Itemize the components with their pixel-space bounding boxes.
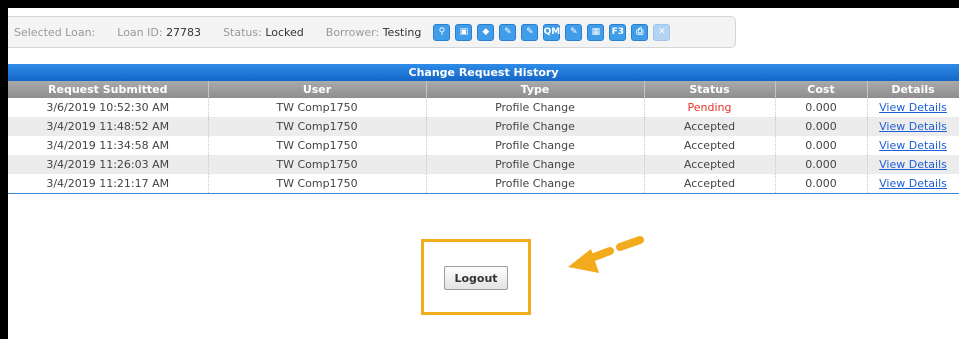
calculator-icon[interactable]: ▦ bbox=[587, 23, 605, 41]
change-request-table: Request Submitted User Type Status Cost Detai… bbox=[8, 81, 959, 193]
page: Selected Loan: Loan ID: 27783 Status: Lo… bbox=[8, 8, 959, 339]
cell-submitted: 3/4/2019 11:26:03 AM bbox=[8, 155, 209, 174]
cell-cost: 0.000 bbox=[775, 117, 868, 136]
logout-button[interactable]: Logout bbox=[444, 266, 508, 290]
table-row: 3/6/2019 10:52:30 AM TW Comp1750 Profile C… bbox=[8, 98, 959, 117]
cell-status: Accepted bbox=[644, 136, 776, 155]
cell-user: TW Comp1750 bbox=[208, 155, 427, 174]
cell-details: View Details bbox=[867, 98, 959, 117]
borrower-value: Testing bbox=[382, 25, 422, 39]
column-header: Request Submitted bbox=[8, 81, 209, 98]
edit-settings-icon[interactable]: ✎ bbox=[521, 23, 539, 41]
cell-type: Profile Change bbox=[426, 98, 645, 117]
view-details-link[interactable]: View Details bbox=[879, 158, 947, 171]
table-row: 3/4/2019 11:21:17 AM TW Comp1750 Profile C… bbox=[8, 174, 959, 193]
view-details-link[interactable]: View Details bbox=[879, 120, 947, 133]
cell-status: Pending bbox=[644, 98, 776, 117]
status-value: Locked bbox=[265, 25, 304, 39]
disabled-delete-icon: ✕ bbox=[653, 23, 671, 41]
cell-details: View Details bbox=[867, 155, 959, 174]
cell-cost: 0.000 bbox=[775, 174, 868, 193]
view-details-link[interactable]: View Details bbox=[879, 177, 947, 190]
change-request-grid: Change Request History Request Submitted… bbox=[8, 64, 959, 194]
edit-gear-icon[interactable]: ✎ bbox=[565, 23, 583, 41]
callout-arrow-icon bbox=[568, 236, 644, 273]
cell-status: Accepted bbox=[644, 155, 776, 174]
cell-user: TW Comp1750 bbox=[208, 136, 427, 155]
tag-icon[interactable]: ◆ bbox=[477, 23, 495, 41]
loan-id-group: Loan ID: 27783 bbox=[117, 26, 201, 39]
cell-submitted: 3/4/2019 11:21:17 AM bbox=[8, 174, 209, 193]
grid-title: Change Request History bbox=[8, 64, 959, 81]
column-header: Status bbox=[644, 81, 776, 98]
loan-info-bar: Selected Loan: Loan ID: 27783 Status: Lo… bbox=[8, 16, 736, 48]
loan-id-value: 27783 bbox=[166, 25, 202, 39]
f32-icon[interactable]: F3 bbox=[609, 23, 627, 41]
cell-details: View Details bbox=[867, 117, 959, 136]
cell-details: View Details bbox=[867, 136, 959, 155]
print-icon[interactable]: ⎙ bbox=[631, 23, 649, 41]
selected-loan-label: Selected Loan: bbox=[14, 25, 96, 39]
toolbar-icons: ⚲ ▣ ◆ ✎ ✎ QM ✎ ▦ F3 ⎙ ✕ bbox=[433, 23, 671, 41]
cell-user: TW Comp1750 bbox=[208, 98, 427, 117]
cell-user: TW Comp1750 bbox=[208, 117, 427, 136]
borrower-label: Borrower: bbox=[325, 25, 380, 39]
status-group: Status: Locked bbox=[223, 26, 304, 39]
status-label: Status: bbox=[223, 25, 262, 39]
table-row: 3/4/2019 11:48:52 AM TW Comp1750 Profile C… bbox=[8, 117, 959, 136]
table-header-row: Request Submitted User Type Status Cost Detai… bbox=[8, 81, 959, 98]
cell-cost: 0.000 bbox=[775, 136, 868, 155]
column-header: Cost bbox=[775, 81, 868, 98]
cell-cost: 0.000 bbox=[775, 155, 868, 174]
cell-type: Profile Change bbox=[426, 174, 645, 193]
edit-icon[interactable]: ✎ bbox=[499, 23, 517, 41]
qm-icon[interactable]: QM bbox=[543, 23, 561, 41]
cell-status: Accepted bbox=[644, 117, 776, 136]
borrower-group: Borrower: Testing bbox=[326, 26, 422, 39]
table-row: 3/4/2019 11:34:58 AM TW Comp1750 Profile C… bbox=[8, 136, 959, 155]
cell-submitted: 3/4/2019 11:34:58 AM bbox=[8, 136, 209, 155]
cell-submitted: 3/4/2019 11:48:52 AM bbox=[8, 117, 209, 136]
column-header: Details bbox=[867, 81, 959, 98]
column-header: Type bbox=[426, 81, 645, 98]
table-row: 3/4/2019 11:26:03 AM TW Comp1750 Profile C… bbox=[8, 155, 959, 174]
cell-cost: 0.000 bbox=[775, 98, 868, 117]
lock-icon[interactable]: ▣ bbox=[455, 23, 473, 41]
cell-status: Accepted bbox=[644, 174, 776, 193]
loan-id-label: Loan ID: bbox=[117, 25, 163, 39]
view-details-link[interactable]: View Details bbox=[879, 139, 947, 152]
cell-user: TW Comp1750 bbox=[208, 174, 427, 193]
cell-type: Profile Change bbox=[426, 155, 645, 174]
table-body: 3/6/2019 10:52:30 AM TW Comp1750 Profile C… bbox=[8, 98, 959, 193]
column-header: User bbox=[208, 81, 427, 98]
cell-details: View Details bbox=[867, 174, 959, 193]
cell-type: Profile Change bbox=[426, 117, 645, 136]
search-icon[interactable]: ⚲ bbox=[433, 23, 451, 41]
cell-type: Profile Change bbox=[426, 136, 645, 155]
view-details-link[interactable]: View Details bbox=[879, 101, 947, 114]
cell-submitted: 3/6/2019 10:52:30 AM bbox=[8, 98, 209, 117]
